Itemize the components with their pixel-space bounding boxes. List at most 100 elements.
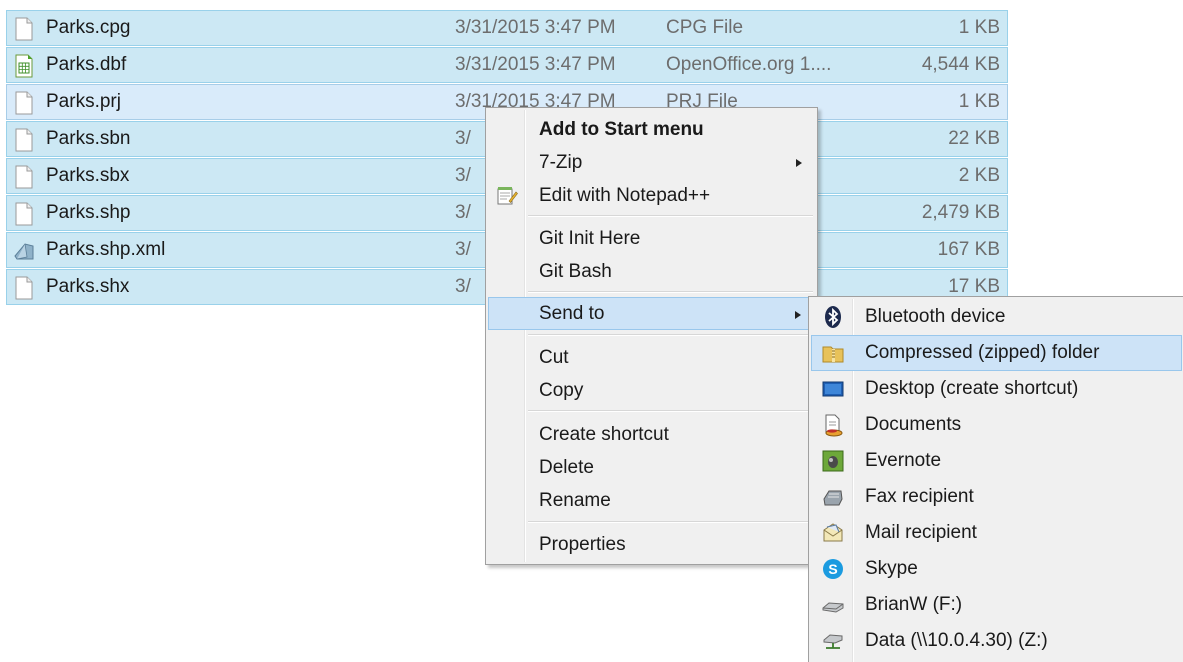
notepad-plus-plus-icon	[497, 187, 518, 205]
menu-item-rename[interactable]: Rename	[488, 484, 815, 517]
file-date: 3/	[455, 239, 471, 260]
send-to-compressed-folder[interactable]: Compressed (zipped) folder	[811, 335, 1182, 371]
blank-file-icon	[15, 91, 33, 115]
menu-item-properties[interactable]: Properties	[488, 528, 815, 561]
documents-icon	[825, 414, 843, 437]
file-size: 4,544 KB	[921, 54, 1000, 75]
menu-item-label: Send to	[539, 303, 605, 324]
zip-folder-icon	[822, 346, 844, 363]
file-name: Parks.cpg	[46, 17, 131, 38]
file-size: 22 KB	[948, 128, 1000, 149]
menu-item-edit-notepad[interactable]: Edit with Notepad++	[488, 179, 815, 212]
file-size: 167 KB	[937, 239, 1000, 260]
fax-icon	[823, 490, 843, 506]
menu-item-label: Create shortcut	[539, 424, 669, 445]
file-size: 2,479 KB	[921, 202, 1000, 223]
send-to-label: Skype	[865, 558, 918, 579]
send-to-label: Fax recipient	[865, 486, 974, 507]
network-drive-icon	[823, 634, 843, 649]
file-row[interactable]: Parks.cpg 3/31/2015 3:47 PM CPG File 1 K…	[6, 10, 1008, 46]
menu-item-git-init[interactable]: Git Init Here	[488, 222, 815, 255]
menu-item-send-to[interactable]: Send to	[488, 297, 815, 330]
file-name: Parks.shx	[46, 276, 130, 297]
send-to-label: Desktop (create shortcut)	[865, 378, 1079, 399]
send-to-label: Data (\\10.0.4.30) (Z:)	[865, 630, 1048, 651]
file-name: Parks.prj	[46, 91, 121, 112]
file-date: 3/	[455, 128, 471, 149]
send-to-label: BrianW (F:)	[865, 594, 963, 615]
menu-item-7zip[interactable]: 7-Zip	[488, 146, 815, 179]
file-type: OpenOffice.org 1....	[666, 54, 832, 75]
file-name: Parks.sbx	[46, 165, 130, 186]
menu-item-label: Delete	[539, 457, 594, 478]
send-to-evernote[interactable]: Evernote	[811, 443, 1182, 479]
context-menu: Add to Start menu 7-Zip Edit with Notepa…	[485, 107, 818, 565]
blank-file-icon	[15, 276, 33, 300]
file-name: Parks.dbf	[46, 54, 127, 75]
menu-item-label: Edit with Notepad++	[539, 185, 711, 206]
menu-item-add-to-start[interactable]: Add to Start menu	[488, 113, 815, 146]
menu-item-create-shortcut[interactable]: Create shortcut	[488, 418, 815, 451]
menu-item-label: Add to Start menu	[539, 119, 704, 140]
send-to-fax[interactable]: Fax recipient	[811, 479, 1182, 515]
submenu-arrow-icon	[795, 311, 801, 319]
menu-separator	[528, 334, 813, 336]
file-date: 3/	[455, 165, 471, 186]
menu-item-delete[interactable]: Delete	[488, 451, 815, 484]
bluetooth-icon	[825, 306, 841, 328]
desktop-icon	[822, 381, 844, 397]
file-size: 1 KB	[958, 91, 1000, 112]
send-to-submenu: Bluetooth device Compressed (zipped) fol…	[808, 296, 1183, 662]
spreadsheet-file-icon	[15, 54, 33, 78]
menu-separator	[528, 521, 813, 523]
send-to-label: Compressed (zipped) folder	[865, 342, 1100, 363]
file-row[interactable]: Parks.dbf 3/31/2015 3:47 PM OpenOffice.o…	[6, 47, 1008, 83]
send-to-skype[interactable]: S Skype	[811, 551, 1182, 587]
evernote-icon	[822, 450, 844, 472]
menu-item-label: Cut	[539, 347, 569, 368]
skype-icon: S	[823, 559, 843, 579]
menu-separator	[528, 410, 813, 412]
blank-file-icon	[15, 17, 33, 41]
send-to-label: Mail recipient	[865, 522, 977, 543]
file-size: 17 KB	[948, 276, 1000, 297]
menu-item-label: 7-Zip	[539, 152, 583, 173]
submenu-arrow-icon	[796, 159, 802, 167]
send-to-network-drive[interactable]: Data (\\10.0.4.30) (Z:)	[811, 623, 1182, 659]
send-to-label: Documents	[865, 414, 962, 435]
file-date: 3/	[455, 202, 471, 223]
menu-item-git-bash[interactable]: Git Bash	[488, 255, 815, 288]
file-date: 3/31/2015 3:47 PM	[455, 54, 616, 75]
xml-file-icon	[14, 243, 34, 260]
file-size: 1 KB	[958, 17, 1000, 38]
file-date: 3/	[455, 276, 471, 297]
blank-file-icon	[15, 165, 33, 189]
menu-separator	[528, 291, 813, 293]
file-name: Parks.shp.xml	[46, 239, 166, 260]
menu-item-copy[interactable]: Copy	[488, 374, 815, 407]
svg-text:S: S	[828, 561, 837, 577]
menu-separator	[528, 215, 813, 217]
removable-drive-icon	[822, 602, 844, 613]
blank-file-icon	[15, 202, 33, 226]
file-name: Parks.sbn	[46, 128, 131, 149]
blank-file-icon	[15, 128, 33, 152]
file-size: 2 KB	[958, 165, 1000, 186]
menu-item-cut[interactable]: Cut	[488, 341, 815, 374]
send-to-desktop[interactable]: Desktop (create shortcut)	[811, 371, 1182, 407]
send-to-documents[interactable]: Documents	[811, 407, 1182, 443]
send-to-bluetooth[interactable]: Bluetooth device	[811, 299, 1182, 335]
file-date: 3/31/2015 3:47 PM	[455, 17, 616, 38]
file-name: Parks.shp	[46, 202, 131, 223]
send-to-removable-drive[interactable]: BrianW (F:)	[811, 587, 1182, 623]
menu-item-label: Git Init Here	[539, 228, 641, 249]
menu-item-label: Rename	[539, 490, 611, 511]
file-type: CPG File	[666, 17, 744, 38]
menu-item-label: Copy	[539, 380, 584, 401]
send-to-mail[interactable]: Mail recipient	[811, 515, 1182, 551]
menu-item-label: Git Bash	[539, 261, 612, 282]
send-to-label: Evernote	[865, 450, 942, 471]
menu-item-label: Properties	[539, 534, 626, 555]
mail-icon	[823, 523, 843, 542]
send-to-label: Bluetooth device	[865, 306, 1006, 327]
